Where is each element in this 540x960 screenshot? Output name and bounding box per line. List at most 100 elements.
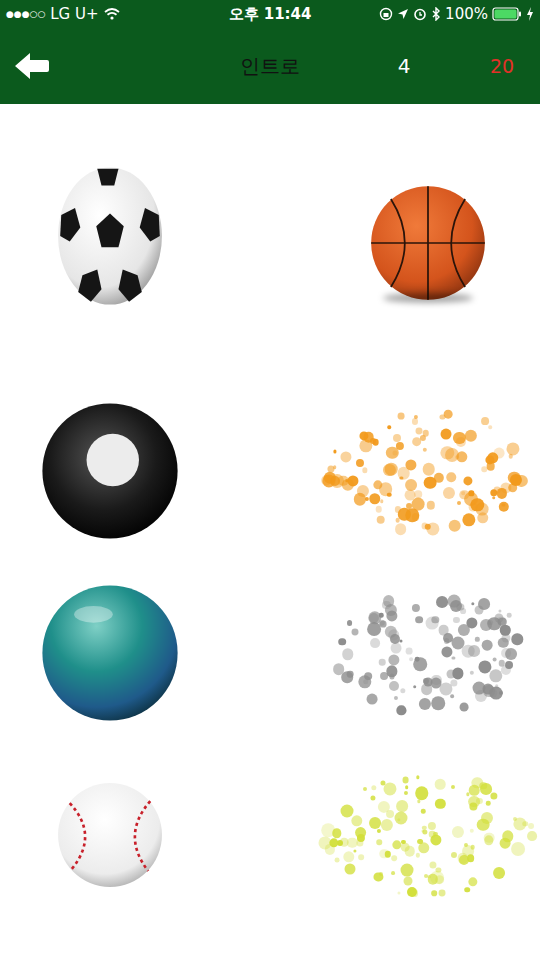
ball-cell[interactable] (316, 578, 540, 728)
burst-particle (501, 665, 511, 675)
ball-cell[interactable] (316, 396, 540, 546)
burst-particle (430, 871, 444, 885)
burst-particle (396, 442, 404, 450)
burst-particle (416, 776, 419, 779)
burst-particle (482, 640, 493, 651)
burst-particle (495, 684, 499, 688)
burst-particle (325, 844, 335, 854)
burst-particle (468, 796, 480, 808)
burst-particle (376, 506, 383, 513)
burst-particle (486, 462, 495, 471)
burst-particle (406, 648, 413, 655)
burst-particle (499, 691, 503, 695)
burst-particle (464, 476, 473, 485)
burst-particle (493, 867, 505, 879)
location-icon (397, 8, 409, 20)
burst-particle (452, 657, 455, 660)
burst-particle (344, 863, 355, 874)
burst-particle (335, 857, 340, 862)
soccer-ball-icon[interactable] (57, 166, 163, 306)
burst-particle (405, 846, 416, 857)
burst-particle (381, 818, 393, 830)
ball-cell[interactable] (0, 161, 220, 311)
burst-particle (370, 796, 375, 801)
burst-particle (456, 437, 466, 447)
burst-particle (395, 523, 407, 535)
burst-particle (466, 617, 477, 628)
burst-particle (475, 637, 479, 641)
burst-particle (468, 877, 477, 886)
burst-particle (436, 596, 448, 608)
burst-particle (417, 839, 423, 845)
burst-particle (415, 786, 428, 799)
burst-particle (429, 861, 436, 868)
burst-particle (377, 840, 382, 845)
burst-particle (419, 698, 431, 710)
ball-cell[interactable] (0, 578, 220, 728)
burst-particle (333, 450, 336, 453)
ball-cell[interactable] (0, 396, 220, 546)
burst-particle (462, 513, 475, 526)
burst-particle (511, 842, 525, 856)
burst-particle (413, 685, 417, 689)
burst-particle (474, 606, 483, 615)
burst-particle (357, 485, 369, 497)
burst-particle (527, 831, 537, 841)
burst-particle (379, 849, 389, 859)
burst-particle (528, 824, 534, 830)
burst-particle (363, 787, 367, 791)
burst-particle (388, 425, 392, 429)
burst-particle (386, 810, 394, 818)
burst-particle (333, 465, 337, 469)
burst-particle (339, 638, 347, 646)
burst-particle (452, 826, 464, 838)
burst-particle (496, 488, 506, 498)
burst-particle (492, 496, 496, 500)
burst-particle (435, 779, 446, 790)
burst-particle (340, 838, 349, 847)
burst-particle (394, 696, 398, 700)
back-arrow-icon[interactable] (13, 51, 51, 81)
burst-particle (412, 604, 420, 612)
burst-particle (462, 645, 475, 658)
burst-particle (469, 671, 473, 675)
ball-row (0, 146, 540, 326)
battery-percent: 100% (445, 5, 488, 23)
score-count: 4 (340, 54, 468, 78)
ball-row (0, 380, 540, 562)
burst-particle (423, 830, 428, 835)
burst-particle (341, 805, 354, 818)
basketball-icon[interactable] (370, 185, 486, 301)
burst-particle (402, 777, 409, 784)
burst-particle (466, 793, 469, 796)
ball-row (0, 562, 540, 744)
basketball[interactable] (370, 185, 486, 303)
burst-particle (448, 519, 461, 532)
burst-particle (398, 412, 405, 419)
baseball-icon[interactable] (57, 782, 163, 888)
burst-particle (451, 852, 457, 858)
bluetooth-icon (431, 7, 441, 21)
ball-shadow (383, 293, 473, 303)
burst-particle (396, 800, 408, 812)
burst-particle (460, 608, 466, 614)
eight-ball-icon[interactable] (41, 402, 179, 540)
bowling-ball-icon[interactable] (41, 584, 179, 722)
burst-particle (431, 891, 437, 897)
burst-particle (351, 815, 362, 826)
burst-particle (367, 694, 378, 705)
burst-particle (486, 801, 491, 806)
burst-particle (371, 785, 376, 790)
burst-particle (413, 657, 427, 671)
burst-particle (438, 625, 449, 636)
burst-particle (420, 435, 426, 441)
burst-particle (427, 501, 435, 509)
burst-particle (491, 792, 498, 799)
burst-particle (453, 616, 459, 622)
burst-particle (400, 688, 405, 693)
ball-cell[interactable] (316, 161, 540, 311)
rotation-lock-icon (379, 7, 393, 21)
ball-cell[interactable] (0, 760, 220, 910)
burst-particle (393, 450, 398, 455)
ball-cell[interactable] (316, 760, 540, 910)
